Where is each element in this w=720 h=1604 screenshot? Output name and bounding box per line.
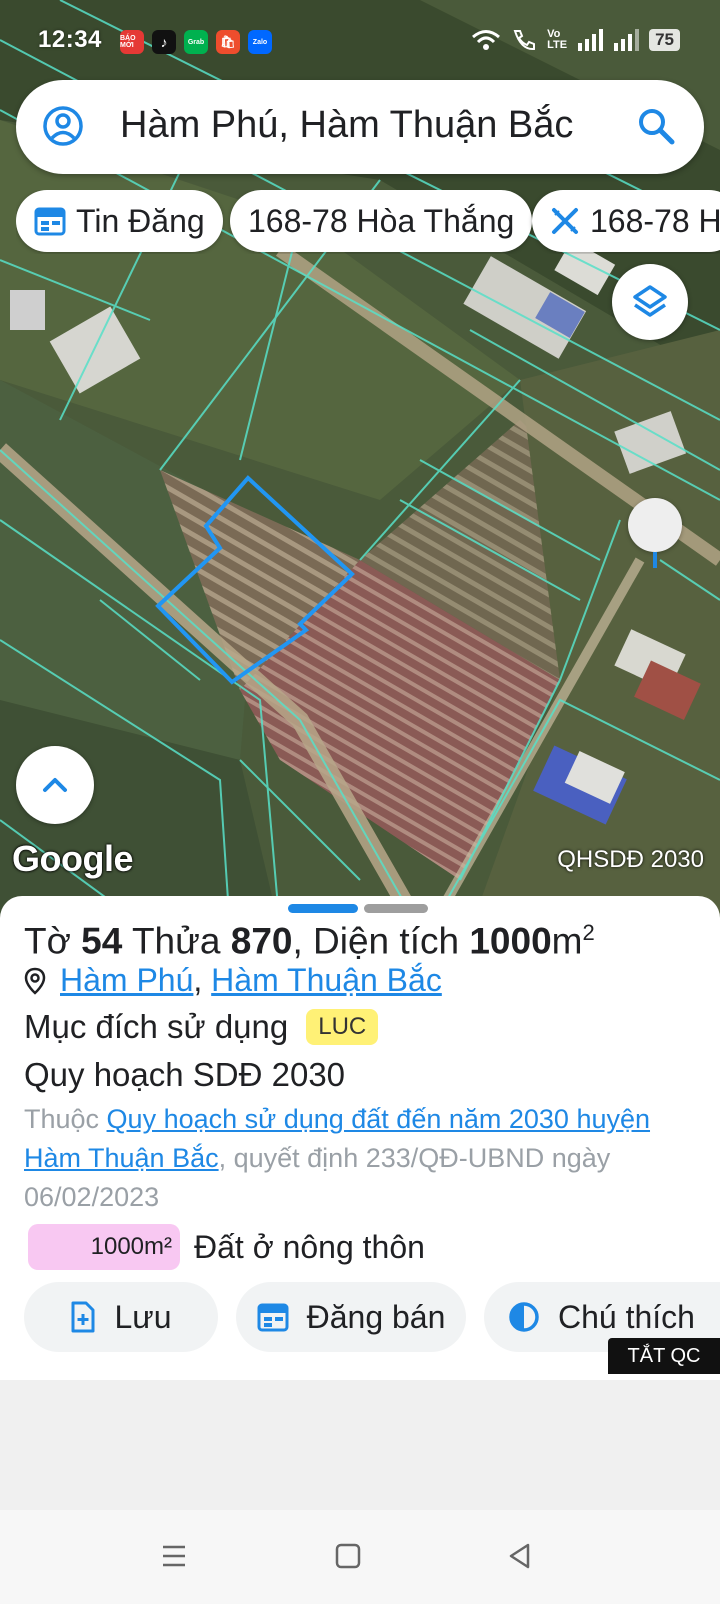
chevron-up-icon xyxy=(43,778,67,792)
home-icon[interactable] xyxy=(334,1542,362,1570)
ruler-cross-icon xyxy=(552,208,578,234)
calendar-icon xyxy=(34,207,66,236)
volte-call-icon xyxy=(513,30,536,51)
legend-label: Chú thích xyxy=(558,1298,695,1335)
system-navigation-bar xyxy=(0,1510,720,1604)
ads-off-button[interactable]: TẮT QC xyxy=(608,1338,720,1374)
layers-icon xyxy=(633,285,667,317)
plan-description: Thuộc Quy hoạch sử dụng đất đến năm 2030… xyxy=(24,1100,694,1217)
volte-icon: Vo LTE xyxy=(547,28,568,51)
save-label: Lưu xyxy=(114,1298,172,1335)
post-for-sale-label: Đăng bán xyxy=(306,1298,446,1335)
parcel-number: 870 xyxy=(230,920,293,962)
area-unit: m xyxy=(551,920,583,962)
purpose-code-badge: LUC xyxy=(306,1009,379,1045)
location-separator: , xyxy=(193,962,203,998)
status-bar: 12:34 BÁO MỚI ♪ Grab 🛍 Zalo Vo LTE 75 xyxy=(0,22,720,62)
sheet-number: 54 xyxy=(81,920,123,962)
account-icon[interactable] xyxy=(42,105,84,147)
map-view[interactable]: 12:34 BÁO MỚI ♪ Grab 🛍 Zalo Vo LTE 75 Hà… xyxy=(0,0,720,930)
chip-label: 168-78 H xyxy=(590,202,720,239)
tiktok-app-icon: ♪ xyxy=(152,30,176,54)
title-prefix: Tờ xyxy=(24,920,71,962)
land-use-purpose: Mục đích sử dụng LUC xyxy=(24,1008,379,1046)
layer-label: QHSDĐ 2030 xyxy=(557,846,704,873)
menu-icon[interactable] xyxy=(160,1542,188,1570)
location-row: Hàm Phú, Hàm Thuận Bắc xyxy=(24,962,442,999)
layers-button[interactable] xyxy=(612,264,688,340)
baomoi-app-icon: BÁO MỚI xyxy=(120,30,144,54)
search-bar[interactable]: Hàm Phú, Hàm Thuận Bắc xyxy=(16,80,704,174)
expand-up-button[interactable] xyxy=(16,746,94,824)
plan-desc-prefix: Thuộc xyxy=(24,1104,107,1134)
filter-chips: Tin Đăng 168-78 Hòa Thắng 168-78 H xyxy=(16,190,720,254)
location-pin-icon xyxy=(24,967,46,995)
grab-app-icon: Grab xyxy=(184,30,208,54)
zoning-area-row: 1000m² Đất ở nông thôn xyxy=(28,1224,425,1270)
search-query[interactable]: Hàm Phú, Hàm Thuận Bắc xyxy=(120,104,573,147)
area-prefix: , Diện tích xyxy=(292,920,460,962)
save-icon xyxy=(71,1301,95,1333)
area-chip: 1000m² xyxy=(28,1224,180,1270)
chip-hoa-thang[interactable]: 168-78 Hòa Thắng xyxy=(230,190,533,252)
chip-label: Tin Đăng xyxy=(76,202,205,239)
chip-measure[interactable]: 168-78 H xyxy=(532,190,720,252)
calendar-icon xyxy=(257,1303,289,1332)
save-button[interactable]: Lưu xyxy=(24,1282,218,1352)
area-unit-sup: 2 xyxy=(582,920,595,945)
google-logo: Google xyxy=(12,838,134,879)
parcel-info-sheet: Tờ 54 Thửa 870, Diện tích 1000m2 Hàm Phú… xyxy=(0,896,720,1380)
purpose-label: Mục đích sử dụng xyxy=(24,1008,289,1045)
post-for-sale-button[interactable]: Đăng bán xyxy=(236,1282,466,1352)
parcel-prefix: Thửa xyxy=(131,920,221,962)
zoning-type-label: Đất ở nông thôn xyxy=(194,1228,425,1265)
opacity-slider-handle[interactable] xyxy=(628,498,682,568)
signal-icon-2 xyxy=(614,29,640,51)
shopee-app-icon: 🛍 xyxy=(216,30,240,54)
district-link[interactable]: Hàm Thuận Bắc xyxy=(211,962,442,998)
notification-app-icons: BÁO MỚI ♪ Grab 🛍 Zalo xyxy=(120,30,272,54)
plan-title: Quy hoạch SDĐ 2030 xyxy=(24,1056,346,1093)
back-icon[interactable] xyxy=(506,1542,534,1570)
chip-tin-dang[interactable]: Tin Đăng xyxy=(16,190,223,252)
sheet-handle-inactive[interactable] xyxy=(364,904,428,913)
zalo-app-icon: Zalo xyxy=(248,30,272,54)
legend-icon xyxy=(509,1302,539,1332)
commune-link[interactable]: Hàm Phú xyxy=(60,962,193,998)
signal-icon-1 xyxy=(578,29,604,51)
chip-label: 168-78 Hòa Thắng xyxy=(248,202,515,239)
search-icon[interactable] xyxy=(636,106,676,146)
battery-indicator: 75 xyxy=(649,29,680,51)
sheet-handle-active[interactable] xyxy=(288,904,358,913)
parcel-title: Tờ 54 Thửa 870, Diện tích 1000m2 xyxy=(24,920,595,962)
status-time: 12:34 xyxy=(38,26,102,53)
area-value: 1000 xyxy=(469,920,552,962)
status-right-icons: Vo LTE 75 xyxy=(471,28,680,52)
wifi-icon xyxy=(472,30,501,50)
